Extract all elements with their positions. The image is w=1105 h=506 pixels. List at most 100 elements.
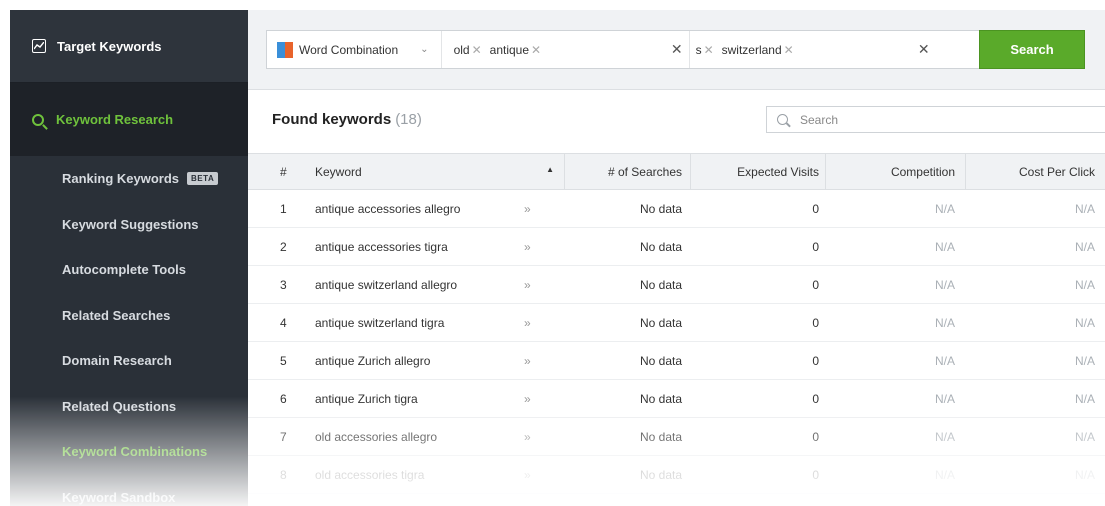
- row-visits: 0: [812, 391, 819, 406]
- clear-group-icon[interactable]: ✕: [918, 41, 930, 58]
- search-button[interactable]: Search: [979, 30, 1085, 69]
- sidebar-item-label: Target Keywords: [57, 38, 162, 54]
- clear-group-icon[interactable]: ✕: [671, 41, 683, 58]
- results-header: Found keywords (18) Search: [248, 91, 1105, 148]
- sort-asc-icon: ▲: [546, 164, 554, 174]
- row-number: 7: [280, 429, 287, 444]
- table-row[interactable]: 3 antique switzerland allegro » No data …: [248, 266, 1105, 304]
- row-keyword: old accessories allegro: [315, 429, 438, 444]
- expand-arrow-icon[interactable]: »: [514, 316, 564, 330]
- column-header-cpc[interactable]: Cost Per Click: [965, 153, 1105, 190]
- remove-icon[interactable]: ✕: [784, 43, 794, 57]
- table-row[interactable]: 8 old accessories tigra » No data 0 N/A …: [248, 456, 1105, 494]
- expand-arrow-icon[interactable]: »: [514, 430, 564, 444]
- table-row[interactable]: 1 antique accessories allegro » No data …: [248, 190, 1105, 228]
- sidebar-item-keyword-sandbox[interactable]: Keyword Sandbox: [10, 475, 248, 506]
- remove-icon[interactable]: ✕: [472, 43, 482, 57]
- row-visits: 0: [812, 353, 819, 368]
- sidebar-item-keyword-research[interactable]: Keyword Research: [10, 83, 248, 156]
- row-number: 2: [280, 239, 287, 254]
- sidebar-item-target-keywords[interactable]: Target Keywords: [10, 10, 248, 83]
- row-competition: N/A: [934, 315, 955, 330]
- results-title-text: Found keywords: [272, 111, 392, 128]
- tag-antique[interactable]: antique ✕: [490, 43, 541, 57]
- word-group-1[interactable]: old ✕ antique ✕ ✕: [442, 31, 689, 68]
- row-cpc: N/A: [1074, 277, 1095, 292]
- row-competition: N/A: [934, 277, 955, 292]
- row-keyword: antique switzerland tigra: [315, 315, 445, 330]
- row-searches: No data: [639, 353, 682, 368]
- row-number: 3: [280, 277, 287, 292]
- sidebar-item-autocomplete-tools[interactable]: Autocomplete Tools: [10, 247, 248, 293]
- table-row[interactable]: 7 old accessories allegro » No data 0 N/…: [248, 418, 1105, 456]
- chart-icon: [32, 39, 46, 53]
- row-number: 8: [280, 467, 287, 482]
- remove-icon[interactable]: ✕: [704, 43, 714, 57]
- row-competition: N/A: [934, 429, 955, 444]
- row-searches: No data: [639, 467, 682, 482]
- sidebar-submenu: Ranking Keywords BETA Keyword Suggestion…: [10, 156, 248, 506]
- beta-badge: BETA: [187, 172, 219, 186]
- table-row[interactable]: 6 antique Zurich tigra » No data 0 N/A N…: [248, 380, 1105, 418]
- sidebar-item-ranking-keywords[interactable]: Ranking Keywords BETA: [10, 156, 248, 202]
- sidebar-item-label: Ranking Keywords: [62, 171, 180, 187]
- word-group-2[interactable]: s ✕ switzerland ✕ ✕: [688, 31, 936, 68]
- keywords-table: # Keyword ▲ # of Searches Expected Visit…: [248, 153, 1105, 494]
- search-icon: [777, 114, 788, 125]
- column-header-visits[interactable]: Expected Visits: [690, 153, 825, 190]
- sidebar-item-related-questions[interactable]: Related Questions: [10, 384, 248, 430]
- row-keyword: antique accessories tigra: [315, 239, 448, 254]
- sidebar-item-related-searches[interactable]: Related Searches: [10, 293, 248, 339]
- table-header: # Keyword ▲ # of Searches Expected Visit…: [248, 153, 1105, 190]
- row-competition: N/A: [934, 201, 955, 216]
- row-number: 4: [280, 315, 287, 330]
- row-searches: No data: [639, 201, 682, 216]
- row-keyword: antique switzerland allegro: [315, 277, 458, 292]
- row-keyword: old accessories tigra: [315, 467, 425, 482]
- remove-icon[interactable]: ✕: [531, 43, 541, 57]
- tag-old[interactable]: old ✕: [454, 43, 482, 57]
- sidebar-item-label: Autocomplete Tools: [62, 262, 186, 278]
- row-cpc: N/A: [1074, 239, 1095, 254]
- search-icon: [32, 113, 44, 126]
- expand-arrow-icon[interactable]: »: [514, 354, 564, 368]
- row-visits: 0: [812, 429, 819, 444]
- row-cpc: N/A: [1074, 353, 1095, 368]
- tag-s[interactable]: s ✕: [696, 43, 714, 57]
- row-competition: N/A: [934, 391, 955, 406]
- column-header-searches[interactable]: # of Searches: [564, 153, 690, 190]
- row-number: 6: [280, 391, 287, 406]
- combination-search-box: Word Combination ⌄ old ✕ antique ✕ ✕ s ✕ sw…: [266, 30, 1085, 69]
- row-searches: No data: [639, 277, 682, 292]
- table-row[interactable]: 5 antique Zurich allegro » No data 0 N/A…: [248, 342, 1105, 380]
- expand-arrow-icon[interactable]: »: [514, 392, 564, 406]
- chevron-down-icon: ⌄: [420, 44, 429, 55]
- row-keyword: antique Zurich tigra: [315, 391, 418, 406]
- row-keyword: antique accessories allegro: [315, 201, 461, 216]
- tag-switzerland[interactable]: switzerland ✕: [722, 43, 794, 57]
- row-competition: N/A: [934, 467, 955, 482]
- sidebar-item-domain-research[interactable]: Domain Research: [10, 338, 248, 384]
- expand-arrow-icon[interactable]: »: [514, 202, 564, 216]
- expand-arrow-icon[interactable]: »: [514, 468, 564, 482]
- tag-label: switzerland: [721, 42, 782, 57]
- row-visits: 0: [812, 315, 819, 330]
- table-row[interactable]: 2 antique accessories tigra » No data 0 …: [248, 228, 1105, 266]
- row-number: 1: [280, 201, 287, 216]
- table-row[interactable]: 4 antique switzerland tigra » No data 0 …: [248, 304, 1105, 342]
- expand-arrow-icon[interactable]: »: [514, 240, 564, 254]
- row-cpc: N/A: [1074, 429, 1095, 444]
- row-keyword: antique Zurich allegro: [315, 353, 431, 368]
- sidebar-item-label: Domain Research: [62, 353, 172, 369]
- row-cpc: N/A: [1074, 315, 1095, 330]
- column-header-number[interactable]: #: [248, 165, 298, 179]
- mode-dropdown[interactable]: Word Combination ⌄: [267, 31, 442, 68]
- sidebar-item-keyword-combinations[interactable]: Keyword Combinations: [10, 429, 248, 475]
- sidebar-item-label: Keyword Sandbox: [62, 489, 176, 505]
- column-header-keyword[interactable]: Keyword ▲: [298, 165, 564, 179]
- results-search-input[interactable]: Search: [766, 106, 1105, 133]
- expand-arrow-icon[interactable]: »: [514, 278, 564, 292]
- sidebar-item-keyword-suggestions[interactable]: Keyword Suggestions: [10, 202, 248, 248]
- row-cpc: N/A: [1074, 201, 1095, 216]
- column-header-competition[interactable]: Competition: [825, 153, 965, 190]
